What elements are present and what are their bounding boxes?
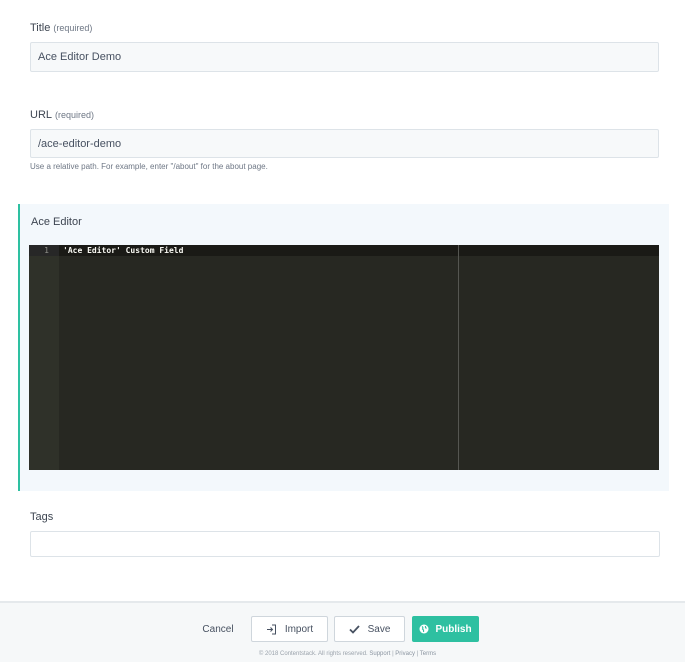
link-separator: | (392, 651, 394, 657)
title-label-text: Title (30, 22, 51, 34)
copyright-notice: © 2018 Contentstack. All rights reserved… (0, 651, 685, 657)
entry-editor-page: Title (required) Ace Editor Demo URL (requ… (0, 0, 685, 662)
import-icon (266, 624, 277, 635)
url-label-text: URL (30, 109, 53, 121)
link-separator: | (416, 651, 419, 657)
globe-icon (419, 624, 429, 634)
privacy-link[interactable]: Privacy (395, 651, 415, 657)
url-field-label: URL (required) (30, 109, 94, 121)
url-input[interactable]: /ace-editor-demo (30, 129, 659, 158)
cancel-button[interactable]: Cancel (197, 616, 239, 642)
tags-input[interactable] (30, 531, 660, 557)
line-number: 1 (44, 246, 49, 255)
code-editor[interactable]: 1 'Ace Editor' Custom Field (29, 245, 659, 470)
footer-action-bar: Cancel Import Save Publish © 2018 Conten… (0, 601, 685, 662)
print-margin (458, 245, 459, 470)
url-required-hint: (required) (55, 110, 95, 120)
tags-label-text: Tags (30, 511, 54, 523)
terms-link[interactable]: Terms (420, 651, 436, 657)
title-input[interactable]: Ace Editor Demo (30, 42, 659, 72)
cancel-label: Cancel (202, 623, 234, 635)
title-field-label: Title (required) (30, 22, 92, 34)
editor-gutter: 1 (29, 245, 59, 470)
publish-button[interactable]: Publish (412, 616, 479, 642)
save-label: Save (367, 623, 391, 635)
ace-editor-field: Ace Editor 1 'Ace Editor' Custom Field (18, 204, 669, 491)
ace-editor-label: Ace Editor (31, 216, 82, 228)
code-line[interactable]: 'Ace Editor' Custom Field (63, 245, 183, 256)
import-button[interactable]: Import (251, 616, 328, 642)
publish-label: Publish (435, 623, 472, 635)
import-label: Import (284, 623, 314, 635)
url-help-text: Use a relative path. For example, enter … (30, 162, 268, 171)
checkmark-icon (348, 624, 360, 634)
copyright-text: © 2018 Contentstack. All rights reserved… (258, 651, 368, 657)
title-required-hint: (required) (53, 23, 93, 33)
support-link[interactable]: Support (369, 651, 390, 657)
tags-field-label: Tags (30, 511, 53, 523)
save-button[interactable]: Save (334, 616, 405, 642)
